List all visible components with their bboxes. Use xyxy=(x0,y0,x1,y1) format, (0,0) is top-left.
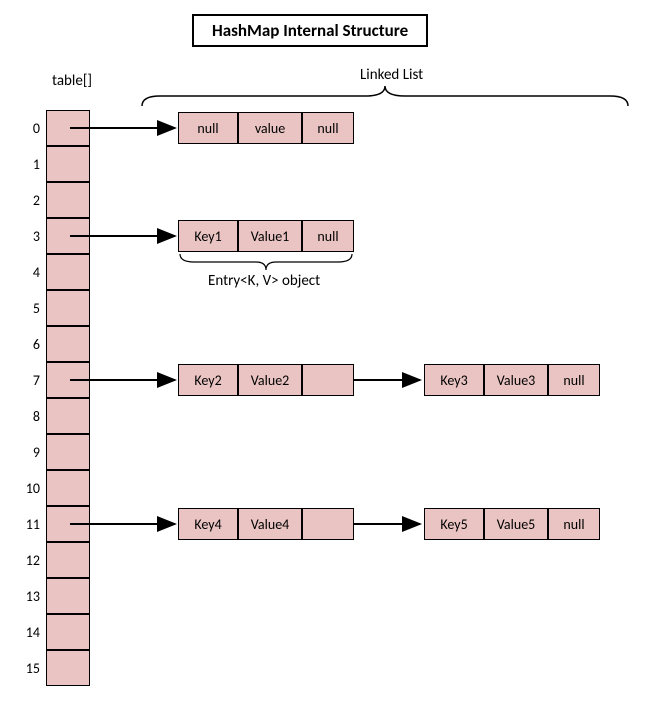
bucket-cell xyxy=(46,254,90,290)
entry-object-brace xyxy=(178,252,354,272)
bucket-index: 1 xyxy=(16,156,40,173)
bucket-cell xyxy=(46,218,90,254)
bucket-cell xyxy=(46,470,90,506)
bucket-index: 2 xyxy=(16,192,40,209)
linked-list-brace xyxy=(140,84,630,108)
bucket-index: 13 xyxy=(16,588,40,605)
entry-key: Key2 xyxy=(178,364,238,396)
bucket-cell xyxy=(46,146,90,182)
entry-key: Key3 xyxy=(424,364,484,396)
bucket-index: 8 xyxy=(16,408,40,425)
entry-next: null xyxy=(302,220,354,252)
bucket-index: 6 xyxy=(16,336,40,353)
entry-next: null xyxy=(548,508,600,540)
bucket-index: 3 xyxy=(16,228,40,245)
bucket-cell xyxy=(46,578,90,614)
entry-node: Key2 Value2 xyxy=(178,364,354,396)
entry-value: Value4 xyxy=(238,508,302,540)
arrows-layer xyxy=(0,0,651,724)
entry-value: Value2 xyxy=(238,364,302,396)
bucket-index: 5 xyxy=(16,300,40,317)
entry-node: Key1 Value1 null xyxy=(178,220,354,252)
bucket-index: 0 xyxy=(16,120,40,137)
bucket-index: 11 xyxy=(16,516,40,533)
entry-key: null xyxy=(178,112,238,144)
bucket-cell xyxy=(46,326,90,362)
bucket-cell xyxy=(46,434,90,470)
bucket-cell xyxy=(46,110,90,146)
entry-next: null xyxy=(548,364,600,396)
entry-value: value xyxy=(238,112,302,144)
entry-node: Key3 Value3 null xyxy=(424,364,600,396)
bucket-cell xyxy=(46,290,90,326)
entry-key: Key4 xyxy=(178,508,238,540)
bucket-index: 15 xyxy=(16,660,40,677)
bucket-cell xyxy=(46,182,90,218)
page-title: HashMap Internal Structure xyxy=(192,14,428,47)
entry-key: Key1 xyxy=(178,220,238,252)
bucket-cell xyxy=(46,542,90,578)
entry-node: null value null xyxy=(178,112,354,144)
bucket-cell xyxy=(46,398,90,434)
entry-value: Value5 xyxy=(484,508,548,540)
bucket-index: 7 xyxy=(16,372,40,389)
table-header-label: table[] xyxy=(52,72,92,90)
entry-node: Key5 Value5 null xyxy=(424,508,600,540)
entry-value: Value1 xyxy=(238,220,302,252)
entry-next xyxy=(302,364,354,396)
bucket-cell xyxy=(46,506,90,542)
bucket-index: 10 xyxy=(16,480,40,497)
entry-next: null xyxy=(302,112,354,144)
entry-value: Value3 xyxy=(484,364,548,396)
bucket-cell xyxy=(46,614,90,650)
bucket-index: 9 xyxy=(16,444,40,461)
entry-object-label: Entry<K, V> object xyxy=(208,272,320,290)
bucket-index: 14 xyxy=(16,624,40,641)
bucket-index: 12 xyxy=(16,552,40,569)
entry-key: Key5 xyxy=(424,508,484,540)
bucket-index: 4 xyxy=(16,264,40,281)
bucket-cell xyxy=(46,650,90,686)
bucket-cell xyxy=(46,362,90,398)
linked-list-label: Linked List xyxy=(360,66,423,84)
entry-node: Key4 Value4 xyxy=(178,508,354,540)
entry-next xyxy=(302,508,354,540)
